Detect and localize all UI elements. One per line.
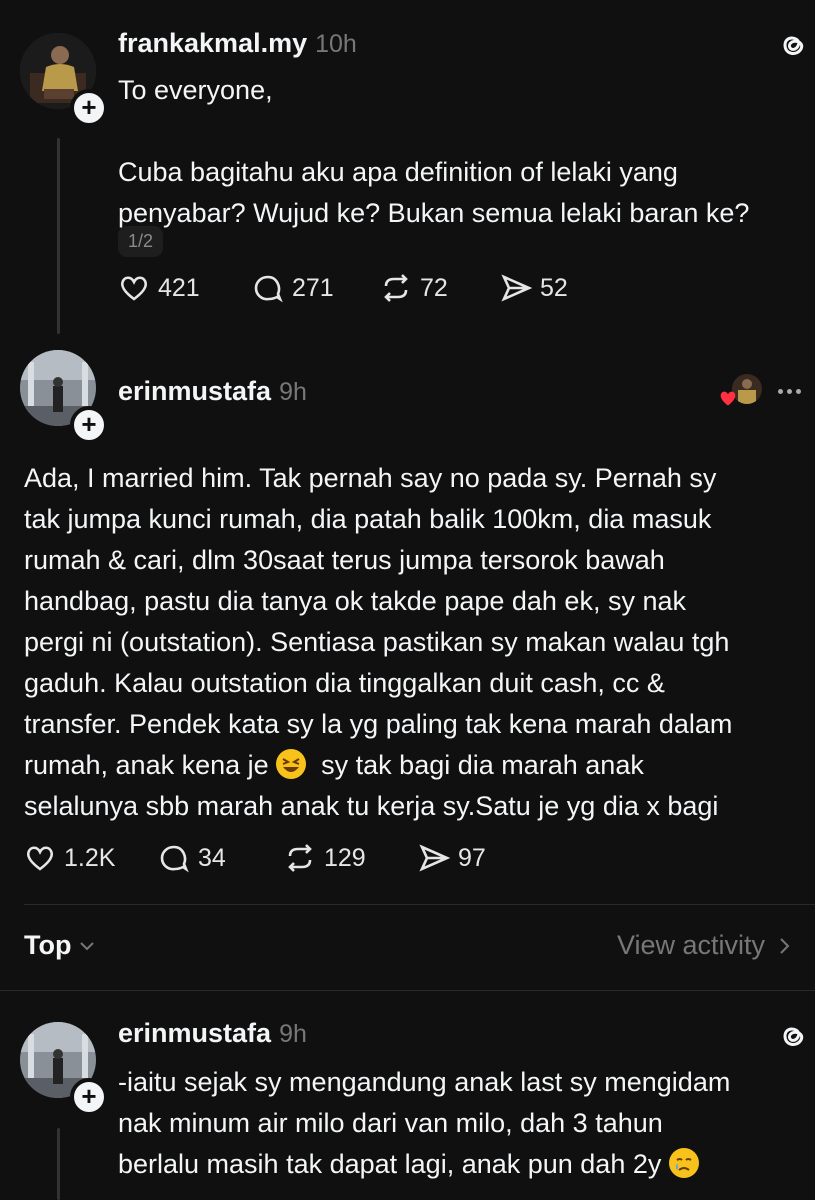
heart-icon: [121, 276, 147, 301]
post-body: Ada, I married him. Tak pernah say no pa…: [24, 458, 809, 827]
more-options-icon[interactable]: [778, 389, 801, 394]
thread-pager: 1/2: [118, 226, 164, 257]
follow-plus-button[interactable]: +: [70, 406, 108, 444]
post-time: 9h: [279, 1020, 307, 1048]
username[interactable]: frankakmal.my: [118, 28, 307, 58]
post-actions: 1.2K 34 129 97: [24, 842, 544, 874]
post-body: -iaitu sejak sy mengandung anak last sy …: [118, 1062, 813, 1185]
send-icon: [501, 274, 532, 302]
threads-logo-icon[interactable]: [777, 1020, 809, 1057]
repost-button[interactable]: 129: [284, 842, 418, 874]
post-header: erinmustafa 9h: [118, 376, 307, 407]
like-count: 1.2K: [64, 843, 116, 872]
laughing-emoji-icon: [276, 749, 307, 779]
repost-button[interactable]: 72: [380, 272, 500, 304]
share-count: 52: [540, 273, 568, 302]
threads-logo-icon[interactable]: [777, 29, 809, 66]
divider: [0, 990, 815, 991]
thread-line: [57, 1128, 60, 1200]
chevron-down-icon: [80, 941, 95, 950]
post-time: 10h: [315, 30, 357, 58]
like-button[interactable]: 1.2K: [24, 842, 158, 874]
crying-face-emoji-icon: [668, 1148, 699, 1178]
reply-button[interactable]: 271: [252, 272, 380, 304]
share-button[interactable]: 97: [418, 842, 486, 874]
like-count: 421: [158, 273, 200, 302]
heart-icon: [720, 391, 736, 406]
post-header: frankakmal.my 10h: [118, 28, 357, 59]
share-button[interactable]: 52: [500, 272, 568, 304]
follow-plus-button[interactable]: +: [70, 89, 108, 127]
follow-plus-button[interactable]: +: [70, 1078, 108, 1116]
heart-icon: [27, 846, 53, 871]
repost-icon: [288, 844, 312, 872]
comment-icon: [160, 845, 189, 873]
reply-count: 271: [292, 273, 334, 302]
sort-dropdown[interactable]: Top: [24, 930, 97, 961]
divider: [24, 904, 815, 905]
comment-icon: [254, 275, 283, 303]
repost-count: 72: [420, 273, 448, 302]
reply-button[interactable]: 34: [158, 842, 284, 874]
username[interactable]: erinmustafa: [118, 1018, 271, 1048]
post-header: erinmustafa 9h: [118, 1018, 307, 1049]
post-actions: 421 271 72 52: [118, 272, 598, 304]
like-button[interactable]: 421: [118, 272, 252, 304]
username[interactable]: erinmustafa: [118, 376, 271, 406]
sort-label: Top: [24, 930, 72, 960]
post-body-text: Ada, I married him. Tak pernah say no pa…: [24, 463, 733, 780]
post-time: 9h: [279, 378, 307, 406]
thread-line: [57, 138, 60, 334]
post-body: To everyone, Cuba bagitahu aku apa defin…: [118, 75, 750, 228]
post-body-text: -iaitu sejak sy mengandung anak last sy …: [118, 1067, 731, 1179]
liked-by-author-indicator: [718, 374, 764, 408]
view-activity-link[interactable]: View activity: [617, 930, 795, 961]
share-count: 97: [458, 843, 486, 872]
chevron-right-icon: [780, 937, 790, 954]
reply-count: 34: [198, 843, 226, 872]
repost-count: 129: [324, 843, 366, 872]
repost-icon: [384, 274, 408, 302]
view-activity-label: View activity: [617, 930, 766, 960]
send-icon: [419, 844, 450, 872]
